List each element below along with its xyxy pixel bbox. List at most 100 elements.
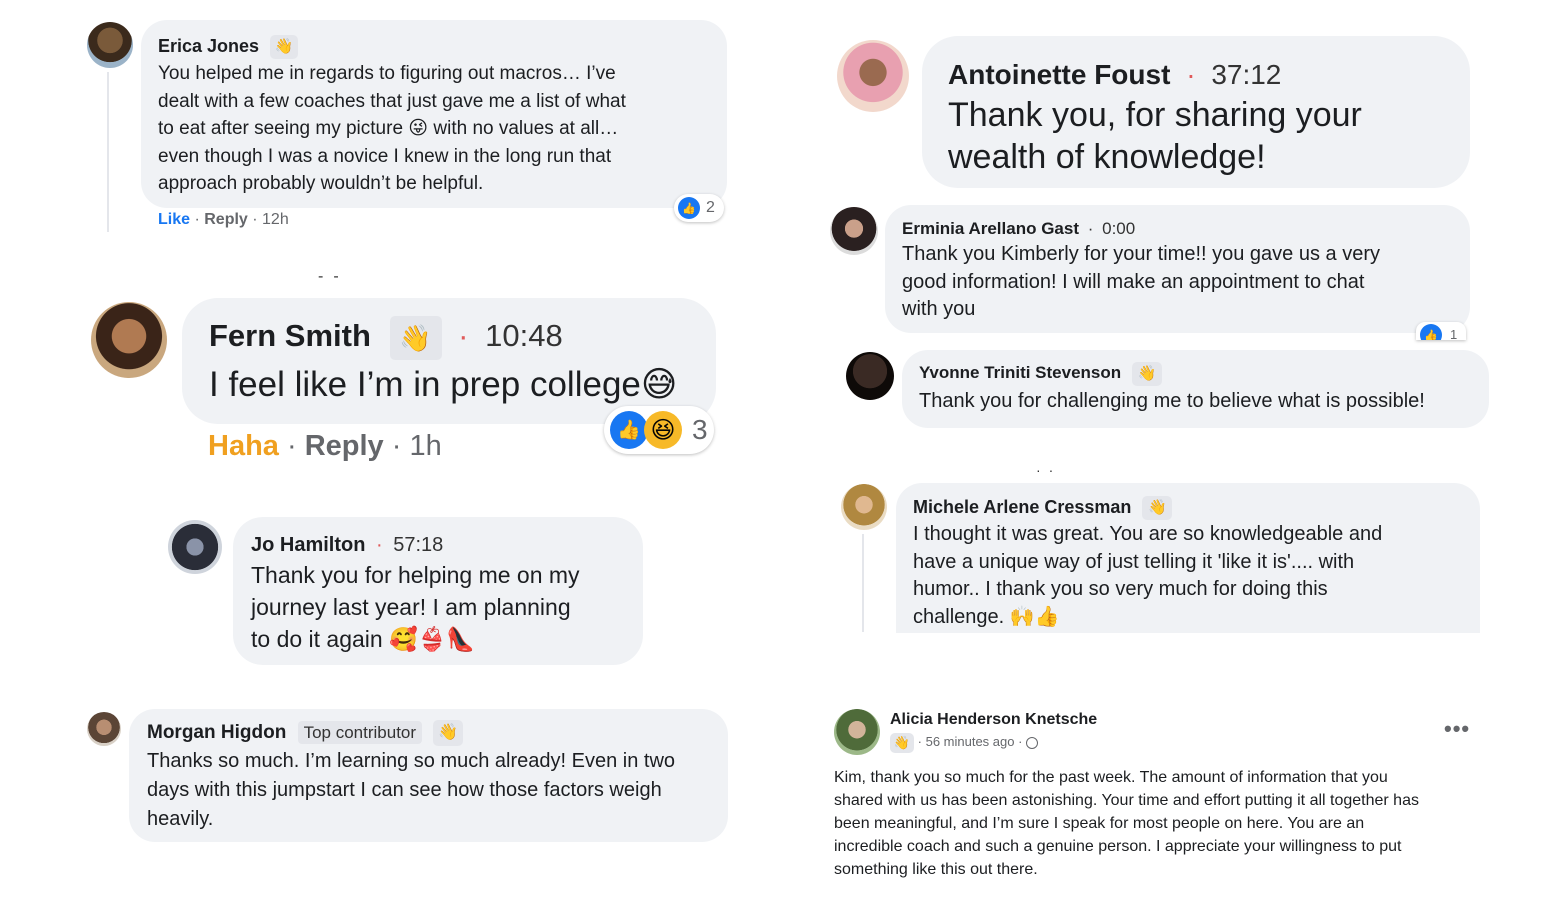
globe-icon (1026, 736, 1039, 749)
comment-text-line: Thank you Kimberly for your time!! you g… (902, 243, 1380, 265)
thread-line (107, 72, 109, 232)
haha-link[interactable]: Haha (208, 430, 279, 462)
separator: · (1087, 219, 1094, 238)
haha-reaction-icon: 😆 (644, 411, 682, 449)
comment-text-line: I thought it was great. You are so knowl… (913, 523, 1383, 545)
reaction-count: 2 (706, 199, 715, 216)
commenter-name[interactable]: Michele Arlene Cressman (913, 497, 1131, 517)
commenter-name[interactable]: Morgan Higdon (147, 722, 286, 743)
reply-link[interactable]: Reply (204, 211, 248, 228)
waving-hand-icon: 👋 (389, 315, 442, 360)
like-reaction-icon: 👍 (610, 411, 648, 449)
commenter-name[interactable]: Erica Jones (158, 36, 259, 56)
comment-time: 1h (409, 430, 442, 462)
separator-dots: ·· (1036, 462, 1062, 478)
reaction-summary[interactable]: 👍 2 (674, 194, 724, 222)
waving-hand-icon: 👋 (1131, 361, 1162, 386)
comment-text-line: Thank you, for sharing your (948, 96, 1362, 134)
avatar[interactable] (830, 207, 878, 255)
like-reaction-icon: 👍 (678, 197, 700, 219)
like-link[interactable]: Like (158, 211, 190, 228)
post-text-line: incredible coach and such a genuine pers… (834, 838, 1402, 855)
comment-text-line: with you (902, 298, 976, 320)
post-author-name[interactable]: Alicia Henderson Knetsche (890, 710, 1097, 730)
comment-text-line: have a unique way of just telling it 'li… (913, 550, 1355, 573)
waving-hand-icon: 👋 (270, 35, 299, 60)
comment-text-line: good information! I will make an appoint… (902, 270, 1365, 293)
avatar[interactable] (841, 484, 887, 530)
comment-bubble: Yvonne Triniti Stevenson 👋 Thank you for… (902, 350, 1489, 428)
avatar[interactable] (837, 40, 909, 112)
commenter-name[interactable]: Erminia Arellano Gast (902, 219, 1079, 238)
avatar[interactable] (87, 22, 133, 68)
commenter-name[interactable]: Antoinette Foust (948, 59, 1170, 90)
avatar[interactable] (168, 520, 222, 574)
comment-actions: Like · Reply · 12h (158, 211, 289, 228)
post-time[interactable]: 56 minutes ago (926, 734, 1015, 749)
reaction-summary[interactable]: 👍 1 (1416, 322, 1466, 340)
comment-bubble: Antoinette Foust · 37:12 Thank you, for … (922, 36, 1470, 188)
comment-bubble: Jo Hamilton · 57:18 Thank you for helpin… (233, 517, 643, 665)
separator: · (917, 734, 922, 749)
comment-text-line: to do it again (251, 626, 383, 652)
comment-bubble: Michele Arlene Cressman 👋 I thought it w… (896, 483, 1480, 633)
emoji-group: 🥰👙👠 (389, 626, 476, 652)
comment-text-line: humor.. I thank you so very much for doi… (913, 578, 1328, 600)
avatar[interactable] (846, 352, 894, 400)
like-reaction-icon: 👍 (1420, 324, 1442, 340)
video-timestamp: 10:48 (485, 318, 563, 353)
comment-text-line: journey last year! I am planning (251, 594, 571, 620)
waving-hand-icon: 👋 (433, 719, 464, 746)
comment-text-line: days with this jumpstart I can see how t… (147, 779, 662, 801)
waving-hand-icon: 👋 (1142, 496, 1173, 521)
separator: · (1186, 59, 1196, 90)
comment-actions: Haha · Reply · 1h (208, 430, 442, 462)
avatar[interactable] (91, 302, 167, 378)
separator: · (376, 534, 383, 556)
comment-text-line: dealt with a few coaches that just gave … (158, 90, 626, 112)
comment-text: I feel like I’m in prep college (209, 364, 641, 404)
top-contributor-badge: Top contributor (297, 721, 423, 744)
commenter-name[interactable]: Yvonne Triniti Stevenson (919, 363, 1121, 382)
post-text-line: something like this out there. (834, 861, 1038, 878)
comment-text-line: Thanks so much. I’m learning so much alr… (147, 750, 676, 772)
comment-text-line: You helped me in regards to figuring out… (158, 63, 616, 84)
separator-dots: -- (318, 268, 349, 285)
waving-hand-icon: 👋 (890, 732, 914, 753)
comment-text-line: approach probably wouldn’t be helpful. (158, 173, 484, 195)
video-timestamp: 0:00 (1102, 219, 1136, 238)
reaction-count: 1 (1450, 326, 1458, 341)
comment-text: Thank you for challenging me to believe … (919, 390, 1425, 412)
separator: · (458, 318, 469, 353)
reaction-summary[interactable]: 👍 😆 3 (604, 406, 714, 454)
comment-bubble: Erica Jones 👋 You helped me in regards t… (141, 20, 727, 208)
post-body: Kim, thank you so much for the past week… (834, 766, 1419, 881)
post-meta: 👋 · 56 minutes ago · (890, 732, 1039, 753)
video-timestamp: 57:18 (393, 534, 444, 556)
comment-text-line: heavily. (147, 808, 214, 830)
post-text-line: been meaningful, and I’m sure I speak fo… (834, 815, 1365, 832)
separator: · (1018, 734, 1023, 749)
commenter-name[interactable]: Fern Smith (209, 318, 371, 353)
laughing-emoji: 😅 (640, 364, 678, 404)
avatar[interactable] (834, 709, 880, 755)
reaction-count: 3 (692, 414, 708, 445)
commenter-name[interactable]: Jo Hamilton (251, 534, 365, 556)
comment-bubble: Erminia Arellano Gast · 0:00 Thank you K… (885, 205, 1470, 333)
comment-text-line: wealth of knowledge! (948, 138, 1266, 176)
video-timestamp: 37:12 (1211, 59, 1282, 90)
more-options-icon[interactable]: ••• (1444, 716, 1470, 742)
comment-text-line: to eat after seeing my picture (158, 118, 404, 140)
post-text-line: shared with us has been astonishing. You… (834, 792, 1419, 809)
comment-text-line: challenge. (913, 605, 1005, 628)
thread-line (862, 534, 864, 632)
reply-link[interactable]: Reply (305, 430, 384, 462)
comment-bubble: Morgan Higdon Top contributor 👋 Thanks s… (129, 709, 728, 842)
comment-text-line: even though I was a novice I knew in the… (158, 145, 612, 167)
post-text-line: Kim, thank you so much for the past week… (834, 769, 1388, 786)
avatar[interactable] (87, 712, 121, 746)
emoji-group: 🙌👍 (1009, 605, 1060, 628)
zany-face-emoji: 😜 (408, 118, 429, 140)
comment-time: 12h (262, 211, 289, 228)
comment-text-line: with no values at all… (433, 118, 619, 140)
